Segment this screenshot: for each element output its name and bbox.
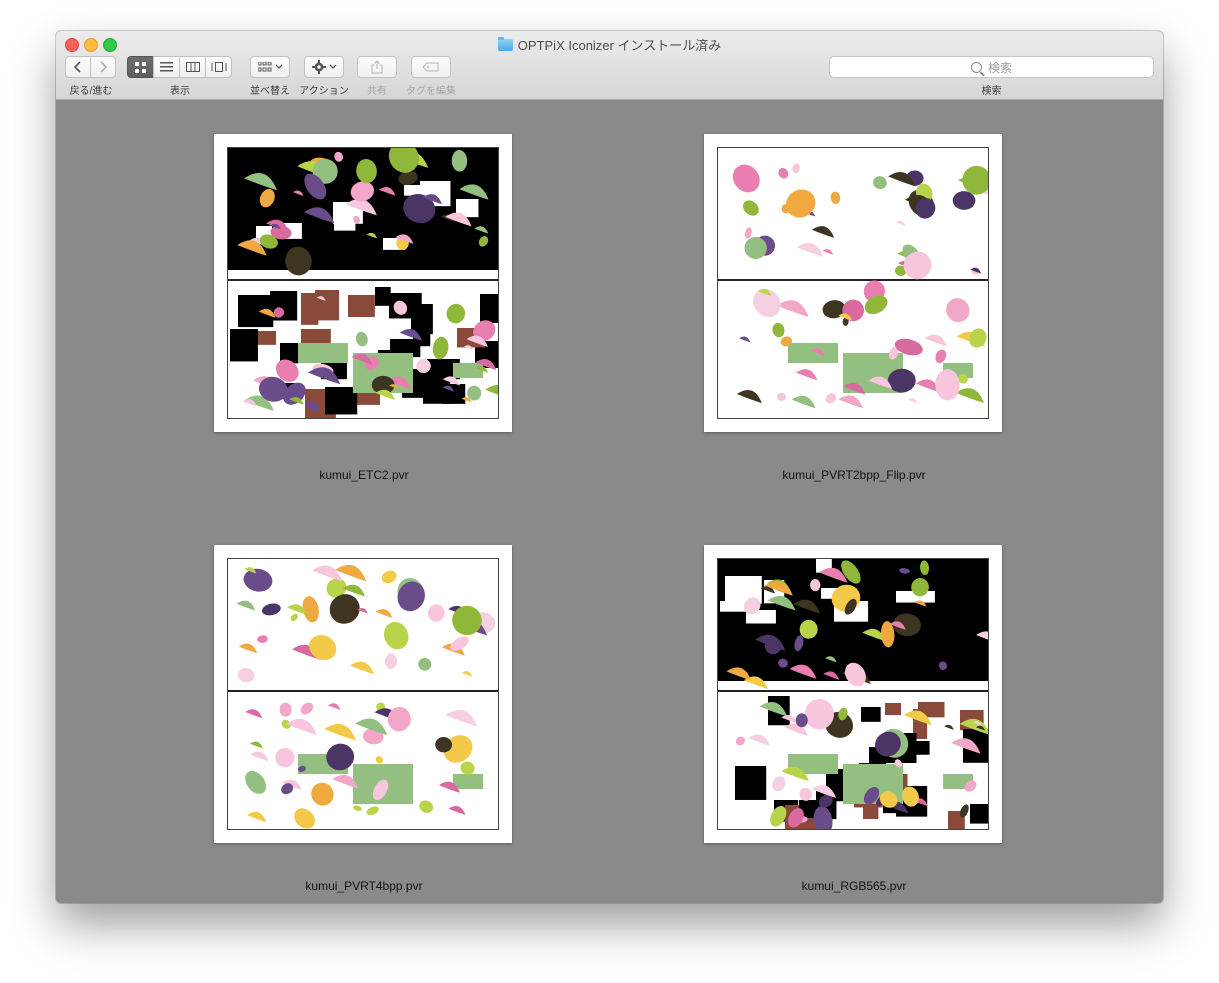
- view-mode-control: [127, 56, 232, 78]
- edit-tags-button[interactable]: [411, 56, 451, 78]
- file-thumbnail[interactable]: [704, 545, 1002, 843]
- folder-icon: [497, 37, 513, 51]
- list-view-button[interactable]: [153, 56, 180, 78]
- back-button[interactable]: [65, 56, 91, 78]
- action-button[interactable]: [304, 56, 344, 78]
- share-button[interactable]: [357, 56, 397, 78]
- file-thumbnail[interactable]: [214, 134, 512, 432]
- back-forward-label: 戻る/進む: [69, 86, 113, 97]
- arrange-grid-icon: [257, 61, 271, 71]
- icon-grid-icon: [135, 61, 146, 73]
- texture-atlas-image: [717, 147, 989, 419]
- file-item[interactable]: kumui_PVRT4bpp.pvr: [214, 545, 514, 893]
- search-placeholder: 検索: [987, 60, 1012, 75]
- tags-label: タグを編集: [406, 86, 456, 97]
- columns-icon: [185, 62, 200, 72]
- finder-window: OPTPiX Iconizer インストール済み 戻る/進む 表示 並べ替え ア…: [56, 31, 1163, 903]
- share-label: 共有: [367, 86, 387, 97]
- file-name[interactable]: kumui_PVRT4bpp.pvr: [214, 879, 514, 893]
- file-name[interactable]: kumui_RGB565.pvr: [704, 879, 1004, 893]
- texture-atlas-image: [717, 558, 989, 830]
- tag-icon: [422, 62, 439, 72]
- window-title: OPTPiX Iconizer インストール済み: [517, 38, 722, 53]
- icon-view-button[interactable]: [127, 56, 154, 78]
- search-label: 検索: [981, 86, 1002, 97]
- coverflow-icon: [211, 62, 226, 72]
- arrange-button[interactable]: [250, 56, 290, 78]
- file-item[interactable]: kumui_ETC2.pvr: [214, 134, 514, 482]
- forward-button[interactable]: [90, 56, 116, 78]
- file-thumbnail[interactable]: [704, 134, 1002, 432]
- chevron-down-icon: [275, 64, 282, 69]
- view-label: 表示: [170, 86, 190, 97]
- search-icon: [970, 61, 982, 73]
- toolbar: OPTPiX Iconizer インストール済み 戻る/進む 表示 並べ替え ア…: [56, 31, 1163, 100]
- column-view-button[interactable]: [179, 56, 206, 78]
- sort-label: 並べ替え: [250, 86, 290, 97]
- texture-atlas-image: [227, 147, 499, 419]
- share-icon: [371, 60, 383, 74]
- chevron-right-icon: [100, 61, 108, 73]
- gear-icon: [311, 60, 326, 74]
- coverflow-view-button[interactable]: [205, 56, 232, 78]
- texture-atlas-image: [227, 558, 499, 830]
- chevron-down-icon: [329, 64, 336, 69]
- file-thumbnail[interactable]: [214, 545, 512, 843]
- chevron-left-icon: [73, 61, 81, 73]
- search-field[interactable]: 検索: [829, 56, 1154, 78]
- file-name[interactable]: kumui_PVRT2bpp_Flip.pvr: [704, 468, 1004, 482]
- icon-view-area: kumui_ETC2.pvr kumui_PVRT2bpp_Flip.pvr k…: [56, 100, 1163, 903]
- action-label: アクション: [299, 86, 349, 97]
- file-item[interactable]: kumui_RGB565.pvr: [704, 545, 1004, 893]
- file-item[interactable]: kumui_PVRT2bpp_Flip.pvr: [704, 134, 1004, 482]
- window-title-bar: OPTPiX Iconizer インストール済み: [56, 35, 1163, 54]
- file-name[interactable]: kumui_ETC2.pvr: [214, 468, 514, 482]
- list-icon: [160, 62, 173, 72]
